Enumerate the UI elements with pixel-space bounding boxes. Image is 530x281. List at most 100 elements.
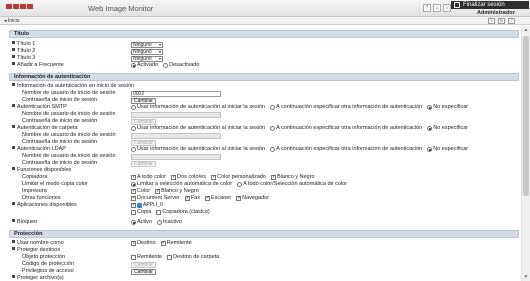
smtp-use-login-radio[interactable] [131, 105, 136, 110]
apps-row: Aplicaciones disponibles [12, 202, 77, 209]
folder-specify-label: A continuación especificar otra informac… [276, 125, 423, 131]
favorite-off-label: Desactivado [169, 62, 200, 68]
login-password-label: Contraseña de inicio de sesión [22, 97, 98, 103]
smtp-use-login-label: Usar información de autenticación al ini… [137, 104, 266, 110]
fax-checkbox[interactable] [184, 195, 190, 202]
title2-select[interactable]: Ninguno ▾ [131, 48, 163, 55]
protect-folder-checkbox[interactable] [167, 255, 173, 260]
protect-sender-checkbox[interactable] [131, 255, 136, 260]
logout-icon [454, 2, 460, 8]
fax-label: Fax [190, 195, 200, 201]
title2-row: Título 2 [12, 48, 35, 55]
smtp-specify-label: A continuación especificar otra informac… [276, 104, 423, 110]
title2-value: Ninguno [133, 48, 152, 55]
smtp-specify-radio[interactable] [270, 105, 276, 110]
docserver-label: Document Server [137, 195, 180, 201]
folder-auth-row: Autenticación de carpeta [12, 125, 78, 132]
ldap-none-radio[interactable] [427, 147, 433, 152]
folder-use-login-label: Usar información de autenticación al ini… [137, 125, 266, 131]
lock-on-radio[interactable] [131, 220, 136, 225]
logout-button[interactable]: Finalizar sesión [451, 1, 529, 9]
copy-full-color-checkbox[interactable] [131, 174, 136, 181]
folder-user-input[interactable] [131, 132, 221, 139]
protect-code-label: Código de protección [22, 261, 74, 267]
ldap-none-label: No especificar [433, 146, 469, 152]
login-password-change-button[interactable]: Cambiar [131, 97, 156, 104]
scroll-down-icon[interactable]: ▼ [522, 273, 530, 281]
scroll-up-icon[interactable]: ▲ [522, 26, 530, 34]
title3-row: Título 3 [12, 55, 35, 62]
protect-code-change-button[interactable]: Cambiar [131, 261, 156, 268]
apps-label: Aplicaciones disponibles [17, 202, 77, 208]
use-as-sender-label: Remitente [166, 240, 192, 246]
favorite-row: Añadir a Frecuente [12, 62, 64, 69]
folder-specify-radio[interactable] [270, 126, 276, 131]
ldap-auth-row: Autenticación LDAP [12, 146, 66, 153]
lock-row: Bloqueo [12, 219, 37, 226]
use-as-destination-checkbox[interactable] [131, 240, 136, 247]
use-name-as-row: Usar nombre como [12, 240, 64, 247]
ldap-use-login-radio[interactable] [131, 147, 136, 152]
protect-files-label: Proteger archivo(s) [17, 275, 64, 281]
refresh-icon[interactable]: ↻ [498, 18, 505, 24]
login-user-input[interactable]: 0002 [131, 90, 221, 97]
smtp-user-input[interactable] [131, 111, 221, 118]
help-icon[interactable]: ? [508, 18, 515, 24]
title3-select[interactable]: Ninguno ▾ [131, 55, 163, 62]
title3-label: Título 3 [17, 55, 36, 61]
ldap-specify-radio[interactable] [270, 147, 276, 152]
printer-bw-checkbox[interactable] [155, 188, 160, 195]
other-functions-label: Otras funciones [22, 195, 61, 201]
copy-two-color-checkbox[interactable] [171, 174, 176, 181]
limit-full-label: A todo color/Selección automática de col… [243, 181, 348, 187]
protect-destinations-label: Proteger destinos [17, 247, 61, 253]
use-as-sender-checkbox[interactable] [160, 240, 166, 247]
smtp-password-change-button[interactable]: Cambiar [131, 118, 156, 125]
printer-label: Impresora [22, 188, 47, 194]
current-user: Administrador [477, 10, 515, 16]
login-info-row: Información de autenticación en inicio d… [12, 83, 134, 90]
ldap-password-change-button[interactable]: Cambiar [131, 160, 156, 167]
folder-none-radio[interactable] [427, 126, 433, 131]
favorite-label: Añadir a Frecuente [17, 62, 64, 68]
chevron-down-icon: ▾ [158, 48, 161, 54]
title1-select[interactable]: Ninguno ▾ [131, 41, 163, 48]
brand-logo [6, 4, 38, 10]
home-icon[interactable]: ⌂ [433, 4, 441, 12]
folder-none-label: No especificar [433, 125, 469, 131]
ldap-user-input[interactable] [131, 153, 221, 160]
logout-label: Finalizar sesión [463, 2, 505, 8]
app-appli0-checkbox[interactable] [131, 202, 136, 209]
scroll-thumb[interactable] [523, 36, 529, 196]
limit-full-radio[interactable] [237, 182, 243, 187]
lock-off-radio[interactable] [156, 220, 162, 225]
copy-bw-label: Blanco y Negro [277, 174, 315, 180]
smtp-none-label: No especificar [433, 104, 469, 110]
docserver-checkbox[interactable] [131, 195, 136, 202]
favorite-on-radio[interactable] [131, 63, 136, 68]
smtp-none-radio[interactable] [427, 105, 433, 110]
favorite-off-radio[interactable] [163, 63, 169, 68]
copy-classic-checkbox[interactable] [156, 210, 162, 215]
help-icon[interactable]: ? [423, 4, 431, 12]
copy-custom-color-checkbox[interactable] [211, 174, 216, 181]
folder-password-change-button[interactable]: Cambiar [131, 139, 156, 146]
copy-app-checkbox[interactable] [131, 210, 136, 215]
copy-bw-checkbox[interactable] [271, 174, 276, 181]
access-privileges-change-button[interactable]: Cambiar [131, 268, 156, 275]
limit-auto-radio[interactable] [131, 182, 136, 187]
home-link[interactable]: ◂ Inicio [4, 18, 20, 24]
browser-checkbox[interactable] [236, 195, 241, 202]
favorites-icon[interactable]: ☆ [443, 4, 451, 12]
menu-icon[interactable]: ≡ [488, 18, 495, 24]
ldap-user-label: Nombre de usuario de inicio de sesión [22, 153, 116, 159]
scanner-checkbox[interactable] [204, 195, 210, 202]
printer-color-checkbox[interactable] [131, 188, 136, 195]
vertical-scrollbar[interactable]: ▲ ▼ [521, 26, 530, 281]
settings-form: Título Título 1 Ninguno ▾ Título 2 Ningun… [0, 26, 521, 281]
chevron-down-icon: ▾ [158, 41, 161, 47]
copy-full-color-label: A todo color [137, 174, 167, 180]
use-as-destination-label: Destino [137, 240, 156, 246]
folder-password-label: Contraseña de inicio de sesión [22, 139, 98, 145]
folder-use-login-radio[interactable] [131, 126, 136, 131]
